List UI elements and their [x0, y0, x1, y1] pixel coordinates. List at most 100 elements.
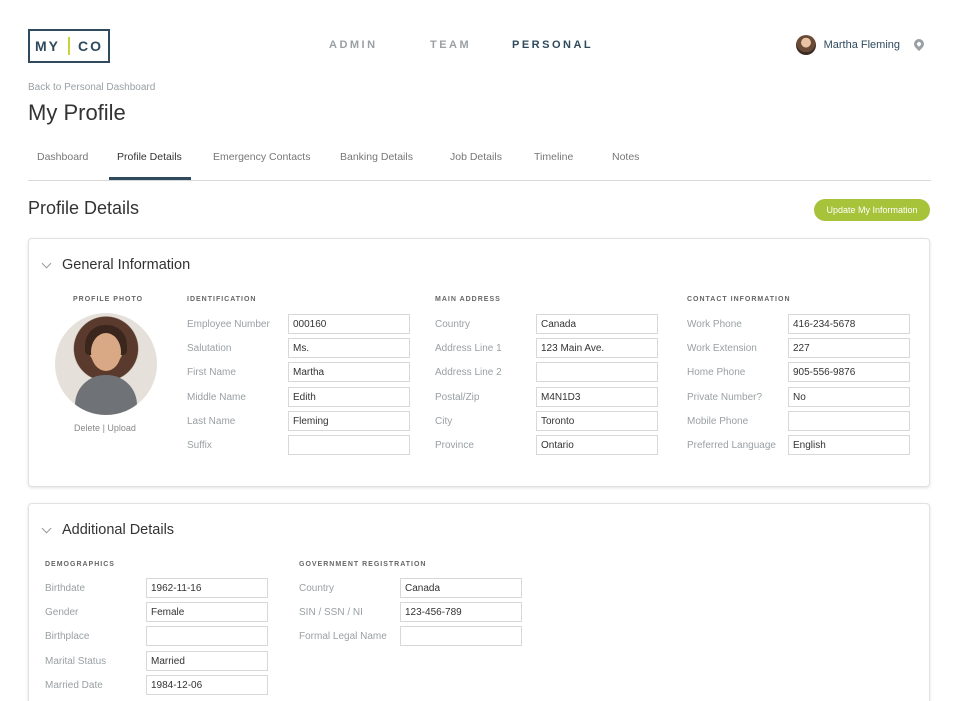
- field-row: Country: [435, 314, 658, 334]
- tab-timeline[interactable]: Timeline: [534, 151, 573, 163]
- gov-country-input[interactable]: [400, 578, 522, 598]
- postal-code-input[interactable]: [536, 387, 658, 407]
- work-phone-input[interactable]: [788, 314, 910, 334]
- contact-information-label: CONTACT INFORMATION: [687, 296, 791, 303]
- gender-input[interactable]: [146, 602, 268, 622]
- field-label: Marital Status: [45, 655, 107, 667]
- profile-tabs: Dashboard Profile Details Emergency Cont…: [28, 145, 931, 181]
- marital-status-input[interactable]: [146, 651, 268, 671]
- field-label: Country: [435, 318, 471, 330]
- photo-face: [91, 333, 121, 371]
- private-number-input[interactable]: [788, 387, 910, 407]
- field-row: Middle Name: [187, 387, 410, 407]
- field-row: Birthdate: [45, 578, 268, 598]
- profile-photo-label: PROFILE PHOTO: [73, 296, 144, 303]
- field-row: Birthplace: [45, 626, 268, 646]
- address-line1-input[interactable]: [536, 338, 658, 358]
- general-information-title: General Information: [62, 257, 191, 273]
- field-label: Salutation: [187, 342, 232, 354]
- birthplace-input[interactable]: [146, 626, 268, 646]
- formal-legal-name-input[interactable]: [400, 626, 522, 646]
- work-extension-input[interactable]: [788, 338, 910, 358]
- sin-ssn-input[interactable]: [400, 602, 522, 622]
- field-label: Birthdate: [45, 582, 86, 594]
- field-row: Married Date: [45, 675, 268, 695]
- field-label: Gender: [45, 606, 79, 618]
- upload-photo-link[interactable]: Upload: [107, 423, 136, 433]
- field-row: Country: [299, 578, 522, 598]
- city-input[interactable]: [536, 411, 658, 431]
- married-date-input[interactable]: [146, 675, 268, 695]
- tab-dashboard[interactable]: Dashboard: [37, 151, 88, 163]
- field-row: Gender: [45, 602, 268, 622]
- chevron-down-icon: [41, 258, 52, 268]
- update-information-button[interactable]: Update My Information: [814, 199, 930, 221]
- address-country-input[interactable]: [536, 314, 658, 334]
- field-label: Last Name: [187, 415, 236, 427]
- field-row: Employee Number: [187, 314, 410, 334]
- delete-photo-link[interactable]: Delete: [74, 423, 100, 433]
- address-line2-input[interactable]: [536, 362, 658, 382]
- field-label: Address Line 2: [435, 366, 502, 378]
- additional-details-header[interactable]: Additional Details: [41, 522, 174, 538]
- demographics-label: DEMOGRAPHICS: [45, 561, 115, 568]
- photo-actions: Delete | Upload: [29, 423, 181, 433]
- tab-banking-details[interactable]: Banking Details: [340, 151, 413, 163]
- field-row: Private Number?: [687, 387, 910, 407]
- field-label: Work Phone: [687, 318, 742, 330]
- home-phone-input[interactable]: [788, 362, 910, 382]
- user-avatar: [795, 35, 816, 55]
- field-row: Work Phone: [687, 314, 910, 334]
- location-pin-icon[interactable]: [911, 36, 927, 52]
- field-label: Address Line 1: [435, 342, 502, 354]
- salutation-input[interactable]: [288, 338, 410, 358]
- last-name-input[interactable]: [288, 411, 410, 431]
- field-row: Suffix: [187, 435, 410, 455]
- additional-details-card: Additional Details DEMOGRAPHICS Birthdat…: [28, 503, 930, 701]
- field-row: Address Line 2: [435, 362, 658, 382]
- page-title: My Profile: [28, 100, 126, 125]
- field-row: City: [435, 411, 658, 431]
- field-label: Birthplace: [45, 630, 90, 642]
- general-information-header[interactable]: General Information: [41, 257, 191, 273]
- field-row: Last Name: [187, 411, 410, 431]
- logo-text-left: MY: [35, 38, 60, 54]
- field-label: City: [435, 415, 453, 427]
- chevron-down-icon: [41, 523, 52, 533]
- tab-profile-details[interactable]: Profile Details: [117, 151, 182, 163]
- back-link[interactable]: Back to Personal Dashboard: [28, 82, 155, 93]
- mobile-phone-input[interactable]: [788, 411, 910, 431]
- general-information-card: General Information PROFILE PHOTO Delete…: [28, 238, 930, 487]
- employee-number-input[interactable]: [288, 314, 410, 334]
- field-label: Married Date: [45, 679, 103, 691]
- field-label: Country: [299, 582, 335, 594]
- field-label: Private Number?: [687, 391, 763, 403]
- user-menu[interactable]: Martha Fleming: [795, 35, 927, 55]
- field-label: First Name: [187, 366, 236, 378]
- main-address-label: MAIN ADDRESS: [435, 296, 501, 303]
- nav-team[interactable]: TEAM: [430, 39, 471, 51]
- nav-personal[interactable]: PERSONAL: [512, 39, 593, 51]
- field-label: Employee Number: [187, 318, 270, 330]
- field-label: Mobile Phone: [687, 415, 749, 427]
- suffix-input[interactable]: [288, 435, 410, 455]
- middle-name-input[interactable]: [288, 387, 410, 407]
- field-row: SIN / SSN / NI: [299, 602, 522, 622]
- logo-divider: [68, 37, 70, 55]
- field-row: Postal/Zip: [435, 387, 658, 407]
- first-name-input[interactable]: [288, 362, 410, 382]
- field-label: Formal Legal Name: [299, 630, 387, 642]
- province-input[interactable]: [536, 435, 658, 455]
- birthdate-input[interactable]: [146, 578, 268, 598]
- tab-job-details[interactable]: Job Details: [450, 151, 502, 163]
- field-label: Work Extension: [687, 342, 757, 354]
- field-row: Home Phone: [687, 362, 910, 382]
- company-logo[interactable]: MY CO: [28, 29, 110, 63]
- tab-emergency-contacts[interactable]: Emergency Contacts: [213, 151, 310, 163]
- nav-admin[interactable]: ADMIN: [329, 39, 378, 51]
- preferred-language-input[interactable]: [788, 435, 910, 455]
- section-title: Profile Details: [28, 198, 140, 218]
- active-tab-indicator: [109, 177, 191, 180]
- tab-notes[interactable]: Notes: [612, 151, 639, 163]
- field-row: First Name: [187, 362, 410, 382]
